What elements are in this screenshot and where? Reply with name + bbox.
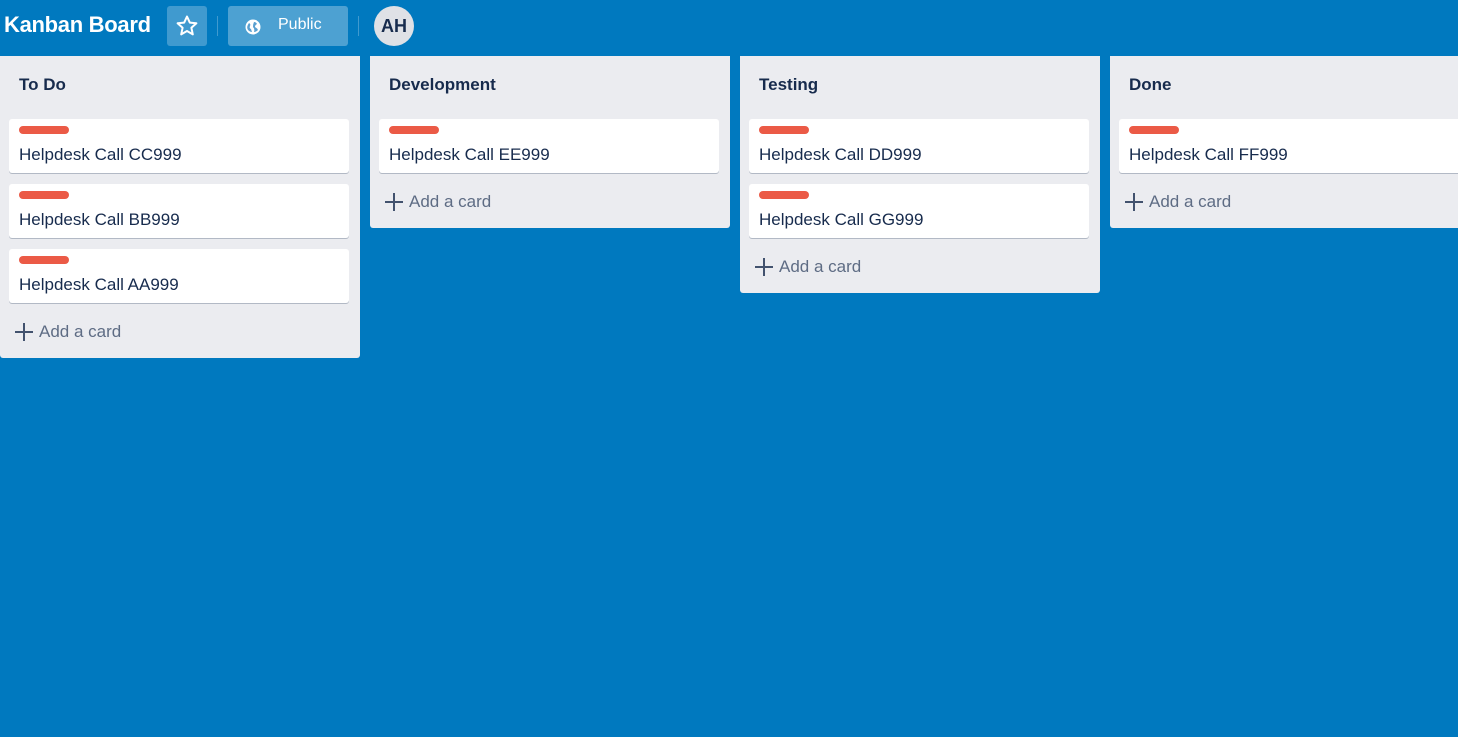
globe-icon: [245, 19, 261, 35]
list-card[interactable]: Helpdesk Call DD999: [749, 119, 1089, 173]
card-label-red: [389, 126, 439, 134]
list-title[interactable]: Testing: [759, 75, 818, 95]
list-card[interactable]: Helpdesk Call FF999: [1119, 119, 1458, 173]
card-label-red: [759, 126, 809, 134]
plus-icon: [755, 258, 773, 276]
add-card-label: Add a card: [39, 322, 122, 341]
avatar[interactable]: AH: [374, 6, 414, 46]
list-card[interactable]: Helpdesk Call EE999: [379, 119, 719, 173]
add-card-label: Add a card: [1149, 192, 1232, 211]
card-title: Helpdesk Call GG999: [759, 210, 924, 229]
card-label-red: [19, 256, 69, 264]
list-to-do: To Do Helpdesk Call CC999 Helpdesk Call …: [0, 56, 360, 358]
list-card[interactable]: Helpdesk Call BB999: [9, 184, 349, 238]
list-card[interactable]: Helpdesk Call CC999: [9, 119, 349, 173]
board-title[interactable]: Kanban Board: [4, 12, 151, 38]
list-title[interactable]: Done: [1129, 75, 1172, 95]
plus-icon: [1125, 193, 1143, 211]
list-done: Done Helpdesk Call FF999 Add a card: [1110, 56, 1458, 228]
list-title[interactable]: To Do: [19, 75, 66, 95]
list-title[interactable]: Development: [389, 75, 496, 95]
add-card-label: Add a card: [779, 257, 862, 276]
card-title: Helpdesk Call EE999: [389, 145, 550, 164]
add-card-button[interactable]: Add a card: [385, 190, 491, 214]
add-card-label: Add a card: [409, 192, 492, 211]
card-title: Helpdesk Call AA999: [19, 275, 179, 294]
add-card-button[interactable]: Add a card: [15, 320, 121, 344]
star-button[interactable]: [167, 6, 207, 46]
star-icon: [176, 15, 198, 36]
card-title: Helpdesk Call FF999: [1129, 145, 1288, 164]
list-card[interactable]: Helpdesk Call GG999: [749, 184, 1089, 238]
card-label-red: [1129, 126, 1179, 134]
plus-icon: [15, 323, 33, 341]
card-title: Helpdesk Call CC999: [19, 145, 182, 164]
list-testing: Testing Helpdesk Call DD999 Helpdesk Cal…: [740, 56, 1100, 293]
add-card-button[interactable]: Add a card: [1125, 190, 1231, 214]
add-card-button[interactable]: Add a card: [755, 255, 861, 279]
card-label-red: [19, 126, 69, 134]
card-title: Helpdesk Call DD999: [759, 145, 922, 164]
board-header: Kanban Board Public AH: [0, 0, 1458, 56]
card-label-red: [19, 191, 69, 199]
list-development: Development Helpdesk Call EE999 Add a ca…: [370, 56, 730, 228]
visibility-button[interactable]: Public: [228, 6, 348, 46]
visibility-label: Public: [278, 16, 322, 33]
list-card[interactable]: Helpdesk Call AA999: [9, 249, 349, 303]
header-divider: [358, 16, 359, 36]
card-label-red: [759, 191, 809, 199]
plus-icon: [385, 193, 403, 211]
card-title: Helpdesk Call BB999: [19, 210, 180, 229]
header-divider: [217, 16, 218, 36]
